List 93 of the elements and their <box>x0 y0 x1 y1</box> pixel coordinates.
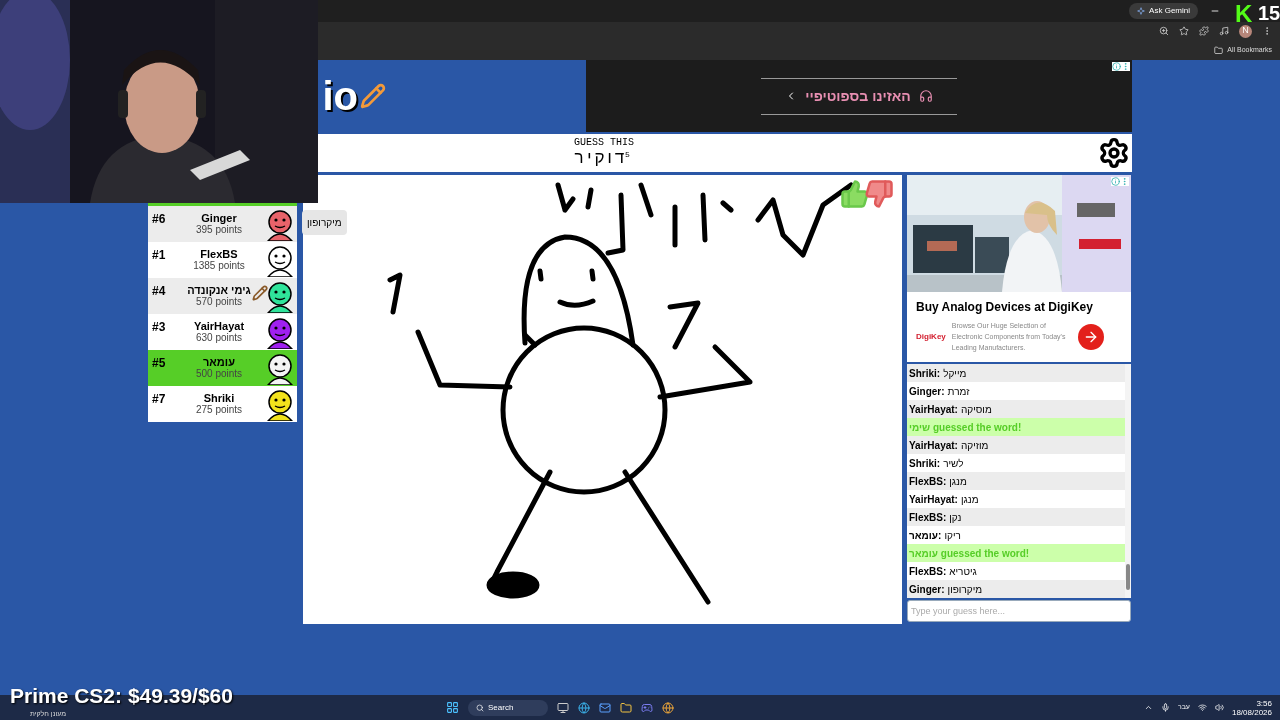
chat-author: YairHayat: <box>909 402 958 417</box>
mail-icon[interactable] <box>599 701 611 714</box>
chat-author: FlexBS: <box>909 474 947 489</box>
chat-author: Shriki: <box>909 366 941 381</box>
player-row[interactable]: #3 YairHayat 630 points <box>148 314 297 350</box>
player-avatar-icon <box>264 351 296 385</box>
player-points: 630 points <box>195 332 243 343</box>
sparkle-icon <box>1137 7 1146 15</box>
chat-author: Ginger: <box>909 384 945 399</box>
headphones-icon <box>918 89 933 103</box>
clock-date: 18/08/2026 <box>1231 707 1272 717</box>
player-name: גימי אנקונדה <box>187 285 251 296</box>
player-name: עומאר <box>203 357 235 368</box>
thumbs-up-icon[interactable] <box>840 179 870 209</box>
chat-message: ריקו <box>944 528 961 543</box>
chat-message: מוזיקה <box>960 438 989 453</box>
scrollbar[interactable] <box>1125 364 1131 598</box>
extensions-icon[interactable] <box>1199 26 1209 36</box>
chat-author: FlexBS: <box>909 510 947 525</box>
speech-bubble: מיקרופון <box>302 210 347 235</box>
media-icon[interactable] <box>1219 26 1229 36</box>
browser-icon[interactable] <box>662 701 674 714</box>
monitor-icon[interactable] <box>557 701 569 714</box>
hidden-word: דוקיר <box>574 149 625 169</box>
settings-icon[interactable] <box>1098 137 1130 169</box>
player-row[interactable]: #7 Shriki 275 points <box>148 386 297 422</box>
banner-ad-text: האזינו בספוטיפיי <box>805 86 911 106</box>
chat-message: לשיר <box>943 456 964 471</box>
search-icon <box>476 703 484 712</box>
player-name: Shriki <box>203 393 235 404</box>
chevron-up-icon[interactable] <box>1143 703 1153 712</box>
chat-message: מנגן <box>949 474 967 489</box>
chat-message: עומאר guessed the word! <box>909 546 1030 561</box>
chat-message: זמרת <box>947 384 970 399</box>
folder-icon[interactable] <box>620 701 632 714</box>
player-rank: #4 <box>151 283 167 300</box>
player-points: 570 points <box>195 296 243 307</box>
player-rank: #6 <box>151 211 167 228</box>
clock-time: 3:56 <box>1256 698 1272 708</box>
chat-author: Shriki: <box>909 456 941 471</box>
drawing-canvas[interactable] <box>303 175 902 624</box>
chat-author: YairHayat: <box>909 438 958 453</box>
volume-icon[interactable] <box>1214 703 1224 712</box>
chat-author: עומאר: <box>909 528 942 543</box>
player-rank: #5 <box>151 355 167 372</box>
player-avatar-icon <box>264 207 296 241</box>
network-icon[interactable] <box>1197 703 1207 712</box>
bookmark-star-icon[interactable] <box>1179 26 1189 36</box>
chat-message: מיקרופון <box>947 582 983 597</box>
chat-author: FlexBS: <box>909 564 947 579</box>
globe-icon[interactable] <box>578 701 590 714</box>
gamepad-icon[interactable] <box>641 701 653 714</box>
chat-author: YairHayat: <box>909 492 958 507</box>
chat-message: מייקל <box>943 366 967 381</box>
player-rank: #7 <box>151 391 167 408</box>
player-name: Ginger <box>201 213 237 224</box>
overlay-count: 15 <box>1258 3 1280 23</box>
taskbar-search[interactable]: Search <box>468 699 548 716</box>
goal-overlay-text: Prime CS2: $49.39/$60 <box>10 685 233 707</box>
thumbs-down-icon[interactable] <box>864 179 894 209</box>
zoom-icon[interactable] <box>1159 26 1169 36</box>
player-avatar-icon <box>264 387 296 421</box>
player-name: FlexBS <box>200 249 238 260</box>
player-avatar-icon <box>264 279 296 313</box>
chat-message: גיטריא <box>949 564 977 579</box>
game-logo: io <box>322 73 358 120</box>
chat-message: מנגן <box>960 492 979 507</box>
guess-label: GUESS THIS <box>574 137 635 149</box>
player-points: 395 points <box>195 224 243 235</box>
ask-gemini-button[interactable]: Ask Gemini <box>1129 3 1198 19</box>
search-label: Search <box>488 701 514 714</box>
player-row[interactable]: #1 FlexBS 1385 points <box>148 242 297 278</box>
player-name: YairHayat <box>193 321 245 332</box>
guess-input[interactable]: Type your guess here... <box>907 600 1131 622</box>
chat-message: נקן <box>949 510 962 525</box>
player-avatar-icon <box>264 243 296 277</box>
overlay-logo: K <box>1235 3 1253 25</box>
player-points: 275 points <box>195 404 243 415</box>
letter-count: 5 <box>625 149 630 159</box>
ad-brand: DigiKey <box>916 330 946 343</box>
ad-arrow-button[interactable] <box>1077 323 1104 350</box>
ad-title: Buy Analog Devices at DigiKey <box>915 299 1094 316</box>
player-avatar-icon <box>264 315 296 349</box>
chat-message: שימי guessed the word! <box>909 420 1022 435</box>
microphone-icon[interactable] <box>1160 703 1170 712</box>
start-icon[interactable] <box>446 701 459 714</box>
player-points: 1385 points <box>193 260 245 271</box>
chat-message: מוסיקה <box>960 402 992 417</box>
chat-author: Ginger: <box>909 582 945 597</box>
player-points: 500 points <box>195 368 243 379</box>
player-rank: #1 <box>151 247 167 264</box>
player-rank: #3 <box>151 319 167 336</box>
folder-icon <box>1214 45 1224 55</box>
